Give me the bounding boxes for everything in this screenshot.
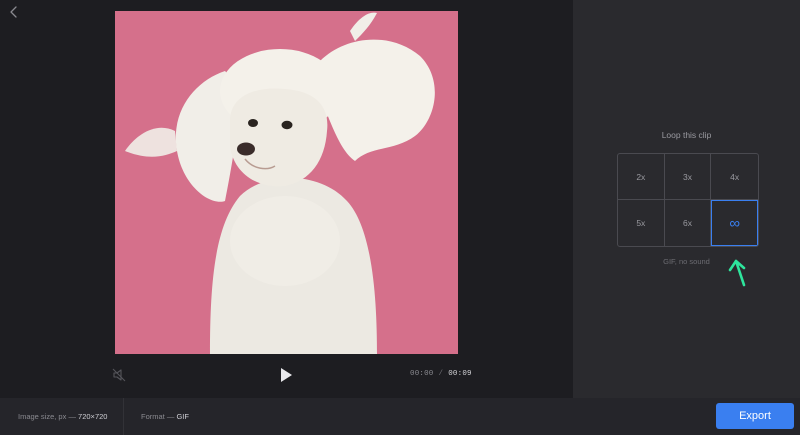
speaker-muted-icon: [111, 368, 129, 387]
poodle-image: [115, 11, 458, 354]
loop-option-2x[interactable]: 2x: [618, 154, 665, 200]
arrow-up-icon: [726, 255, 756, 294]
play-icon: [278, 368, 294, 388]
footer-bar: Image size, px — 720×720 Format — GIF Ex…: [0, 398, 800, 435]
image-size-label: Image size, px —: [18, 412, 76, 421]
image-size-value: 720×720: [78, 412, 108, 421]
video-preview: [115, 11, 458, 354]
export-button[interactable]: Export: [716, 403, 794, 429]
back-button[interactable]: [6, 4, 22, 20]
loop-format-note: GIF, no sound: [663, 257, 710, 266]
editor-area: 00:00 / 00:09: [0, 0, 573, 398]
video-to-gif-editor: 00:00 / 00:09 Loop this clip 2x 3x 4x 5x 6…: [0, 0, 800, 435]
footer-divider: [123, 398, 124, 435]
format-info: Format — GIF: [141, 412, 189, 421]
format-value: GIF: [176, 412, 189, 421]
play-button[interactable]: [278, 366, 294, 384]
format-label: Format —: [141, 412, 175, 421]
loop-settings-panel: Loop this clip 2x 3x 4x 5x 6x ∞ GIF, no …: [573, 0, 800, 398]
mute-button[interactable]: [111, 367, 129, 383]
playback-time: 00:00 / 00:09: [410, 370, 472, 378]
image-size-info: Image size, px — 720×720: [18, 412, 107, 421]
loop-option-4x[interactable]: 4x: [711, 154, 758, 200]
loop-option-3x[interactable]: 3x: [664, 154, 712, 200]
time-total: 00:09: [448, 370, 472, 378]
loop-option-infinite[interactable]: ∞: [711, 200, 758, 246]
loop-options-grid: 2x 3x 4x 5x 6x ∞: [617, 153, 759, 247]
time-separator: /: [438, 370, 444, 378]
loop-option-5x[interactable]: 5x: [618, 200, 665, 246]
loop-option-6x[interactable]: 6x: [665, 200, 712, 246]
loop-title: Loop this clip: [661, 130, 712, 140]
time-current: 00:00: [410, 370, 434, 378]
chevron-left-icon: [6, 4, 22, 20]
